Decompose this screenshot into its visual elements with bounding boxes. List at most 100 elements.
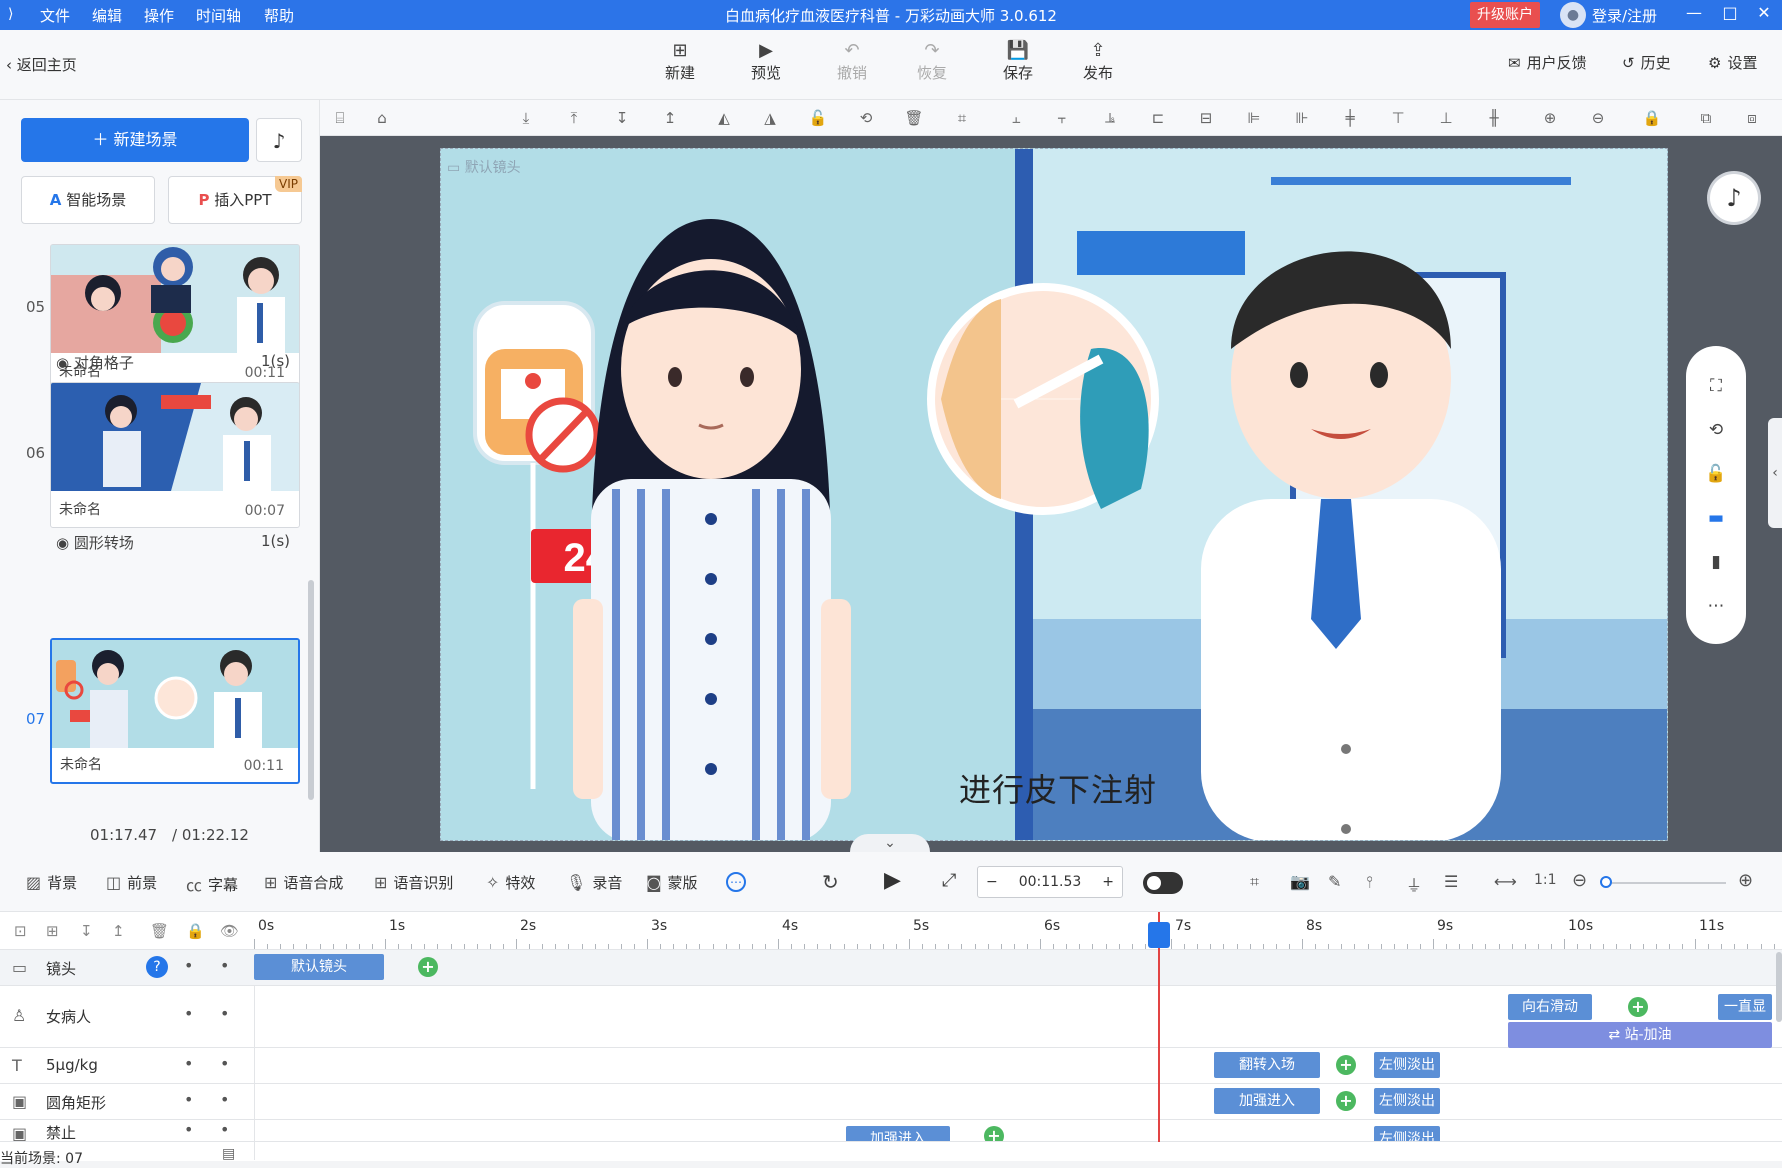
clip-strong-in[interactable]: 加强进入 — [846, 1126, 950, 1141]
new-scene-button[interactable]: ＋ 新建场景 — [21, 118, 249, 162]
time-stepper[interactable]: − 00:11.53 + — [977, 866, 1123, 898]
camera-icon[interactable]: 📷 — [1290, 872, 1310, 891]
time-value[interactable]: 00:11.53 — [1019, 874, 1082, 890]
rotate-screen-icon[interactable]: ⟲ — [1704, 418, 1728, 442]
collapse-timeline-icon[interactable]: ⌄ — [850, 834, 930, 852]
unlock-icon[interactable]: 🔓 — [1704, 462, 1728, 486]
scene-scrollbar[interactable] — [308, 580, 314, 800]
maximize-icon[interactable]: □ — [1718, 3, 1742, 27]
effects-button[interactable]: ✧ 特效 — [486, 872, 535, 893]
new-button[interactable]: ⊞ 新建 — [650, 40, 710, 83]
clip-slide-right[interactable]: 向右滑动 — [1508, 994, 1592, 1020]
move-up-icon[interactable]: ↥ — [112, 922, 125, 940]
minus-icon[interactable]: − — [986, 874, 998, 890]
feedback-button[interactable]: ✉ 用户反馈 — [1508, 52, 1587, 73]
fullscreen-icon[interactable]: ⤢ — [942, 870, 956, 891]
history-button[interactable]: ↺ 历史 — [1622, 52, 1671, 73]
eye-icon[interactable]: 👁 — [220, 922, 239, 940]
insert-ppt-button[interactable]: P 插入PPT VIP — [168, 176, 302, 224]
center-v-icon[interactable]: ╫ — [1484, 108, 1504, 128]
foreground-button[interactable]: ◫ 前景 — [106, 872, 157, 893]
playhead-handle[interactable] — [1148, 922, 1170, 948]
align-middle-icon[interactable]: ⫟ — [1052, 108, 1072, 128]
visibility-dot[interactable]: • — [184, 1004, 193, 1023]
preview-button[interactable]: ▶ 预览 — [736, 40, 796, 83]
save-button[interactable]: 💾 保存 — [988, 40, 1048, 83]
top-align2-icon[interactable]: ⊤ — [1388, 108, 1408, 128]
login-button[interactable]: ● 登录/注册 — [1560, 0, 1657, 30]
home-icon[interactable]: ⌂ — [372, 108, 392, 128]
trash-icon[interactable]: 🗑 — [150, 922, 169, 940]
flip-horizontal-icon[interactable]: ◭ — [714, 108, 734, 128]
play-icon[interactable]: ▶ — [884, 868, 901, 893]
back-home-button[interactable]: ‹ 返回主页 — [6, 54, 77, 75]
track-ban[interactable]: ▣ 禁止 • • 加强进入 + 左侧淡出 — [0, 1120, 1782, 1142]
lock-dot[interactable]: • — [220, 1054, 229, 1073]
add-animation-icon[interactable]: + — [984, 1126, 1004, 1141]
more-icon[interactable]: ⋯ — [1704, 594, 1728, 618]
add-folder-icon[interactable]: ⊡ — [14, 922, 27, 940]
clip-flip-in[interactable]: 翻转入场 — [1214, 1052, 1320, 1078]
track-patient[interactable]: ♙ 女病人 • • 向右滑动 + 一直显 ⇄ 站-加油 — [0, 986, 1782, 1048]
scene-card-active[interactable]: 未命名 00:11 — [50, 638, 300, 784]
copy-icon[interactable]: ⧉ — [1696, 108, 1716, 128]
clip-strong-in[interactable]: 加强进入 — [1214, 1088, 1320, 1114]
bring-top-icon[interactable]: ⤒ — [564, 108, 584, 128]
add-animation-icon[interactable]: + — [418, 957, 438, 977]
add-animation-icon[interactable]: + — [1628, 997, 1648, 1017]
crop-icon[interactable]: ⌗ — [952, 108, 972, 128]
scene-card[interactable]: 未命名 00:07 — [50, 382, 300, 528]
lock-dot[interactable]: • — [220, 1120, 229, 1139]
clip-always-show[interactable]: 一直显 — [1718, 994, 1772, 1020]
filter-icon[interactable]: ⏚ — [1406, 872, 1422, 896]
zoom-slider[interactable] — [1606, 882, 1726, 884]
music-button[interactable]: ♪ — [256, 118, 302, 162]
move-down-icon[interactable]: ↧ — [612, 108, 632, 128]
minimize-icon[interactable]: — — [1682, 3, 1706, 27]
delete-icon[interactable]: 🗑 — [904, 108, 924, 128]
add-animation-icon[interactable]: + — [1336, 1091, 1356, 1111]
flip-vertical-icon[interactable]: ◮ — [760, 108, 780, 128]
tts-button[interactable]: ⊞ 语音合成 — [264, 872, 343, 893]
redo-button[interactable]: ↷ 恢复 — [902, 40, 962, 83]
publish-button[interactable]: ⇪ 发布 — [1068, 40, 1128, 83]
align-left2-icon[interactable]: ⊫ — [1244, 108, 1264, 128]
clip-camera[interactable]: 默认镜头 — [254, 954, 384, 980]
center-h-icon[interactable]: ╪ — [1340, 108, 1360, 128]
format-painter-icon[interactable]: ⌸ — [330, 108, 350, 128]
visibility-dot[interactable]: • — [184, 1090, 193, 1109]
visibility-dot[interactable]: • — [184, 956, 193, 975]
undo-button[interactable]: ↶ 撤销 — [822, 40, 882, 83]
timeline-scrollbar[interactable] — [1776, 952, 1782, 1022]
fit-width-icon[interactable]: ⟷ — [1494, 872, 1517, 891]
caption-button[interactable]: ㏄字幕 — [186, 872, 238, 896]
align-left-icon[interactable]: ⊏ — [1148, 108, 1168, 128]
time-ruler[interactable]: 0s 1s 2s 3s 4s 5s 6s 7s 8s 9s 10s 11s — [254, 912, 1782, 950]
asr-button[interactable]: ⊞ 语音识别 — [374, 872, 453, 893]
collapse-panel-icon[interactable]: ‹ — [1768, 418, 1782, 528]
landscape-icon[interactable]: ▬ — [1704, 506, 1728, 530]
ratio-icon[interactable]: 1:1 — [1534, 872, 1557, 888]
lock-dot[interactable]: • — [220, 956, 229, 975]
lock-icon[interactable]: 🔒 — [186, 922, 205, 940]
upgrade-button[interactable]: 升级账户 — [1470, 2, 1540, 28]
edit-icon[interactable]: ✎ — [1328, 872, 1341, 891]
settings-button[interactable]: ⚙ 设置 — [1708, 52, 1757, 73]
sliders-icon[interactable]: ☰ — [1444, 872, 1458, 891]
visibility-dot[interactable]: • — [184, 1120, 193, 1139]
mask-button[interactable]: ◙ 蒙版 — [646, 872, 698, 893]
portrait-icon[interactable]: ▮ — [1704, 550, 1728, 574]
visibility-dot[interactable]: • — [184, 1054, 193, 1073]
align-top-icon[interactable]: ⫠ — [1006, 108, 1026, 128]
bring-bottom-icon[interactable]: ⤓ — [516, 108, 536, 128]
paste-icon[interactable]: ⧈ — [1742, 108, 1762, 128]
distribute-h-icon[interactable]: ⊟ — [1196, 108, 1216, 128]
plus-icon[interactable]: + — [1102, 874, 1114, 890]
move-up-icon[interactable]: ↥ — [660, 108, 680, 128]
close-icon[interactable]: ✕ — [1752, 3, 1776, 27]
replay-icon[interactable]: ↻ — [822, 870, 839, 894]
zoom-out-icon[interactable]: ⊖ — [1572, 870, 1587, 891]
rotate-icon[interactable]: ⟲ — [856, 108, 876, 128]
background-button[interactable]: ▨ 背景 — [26, 872, 77, 893]
snap-toggle[interactable] — [1143, 872, 1183, 894]
